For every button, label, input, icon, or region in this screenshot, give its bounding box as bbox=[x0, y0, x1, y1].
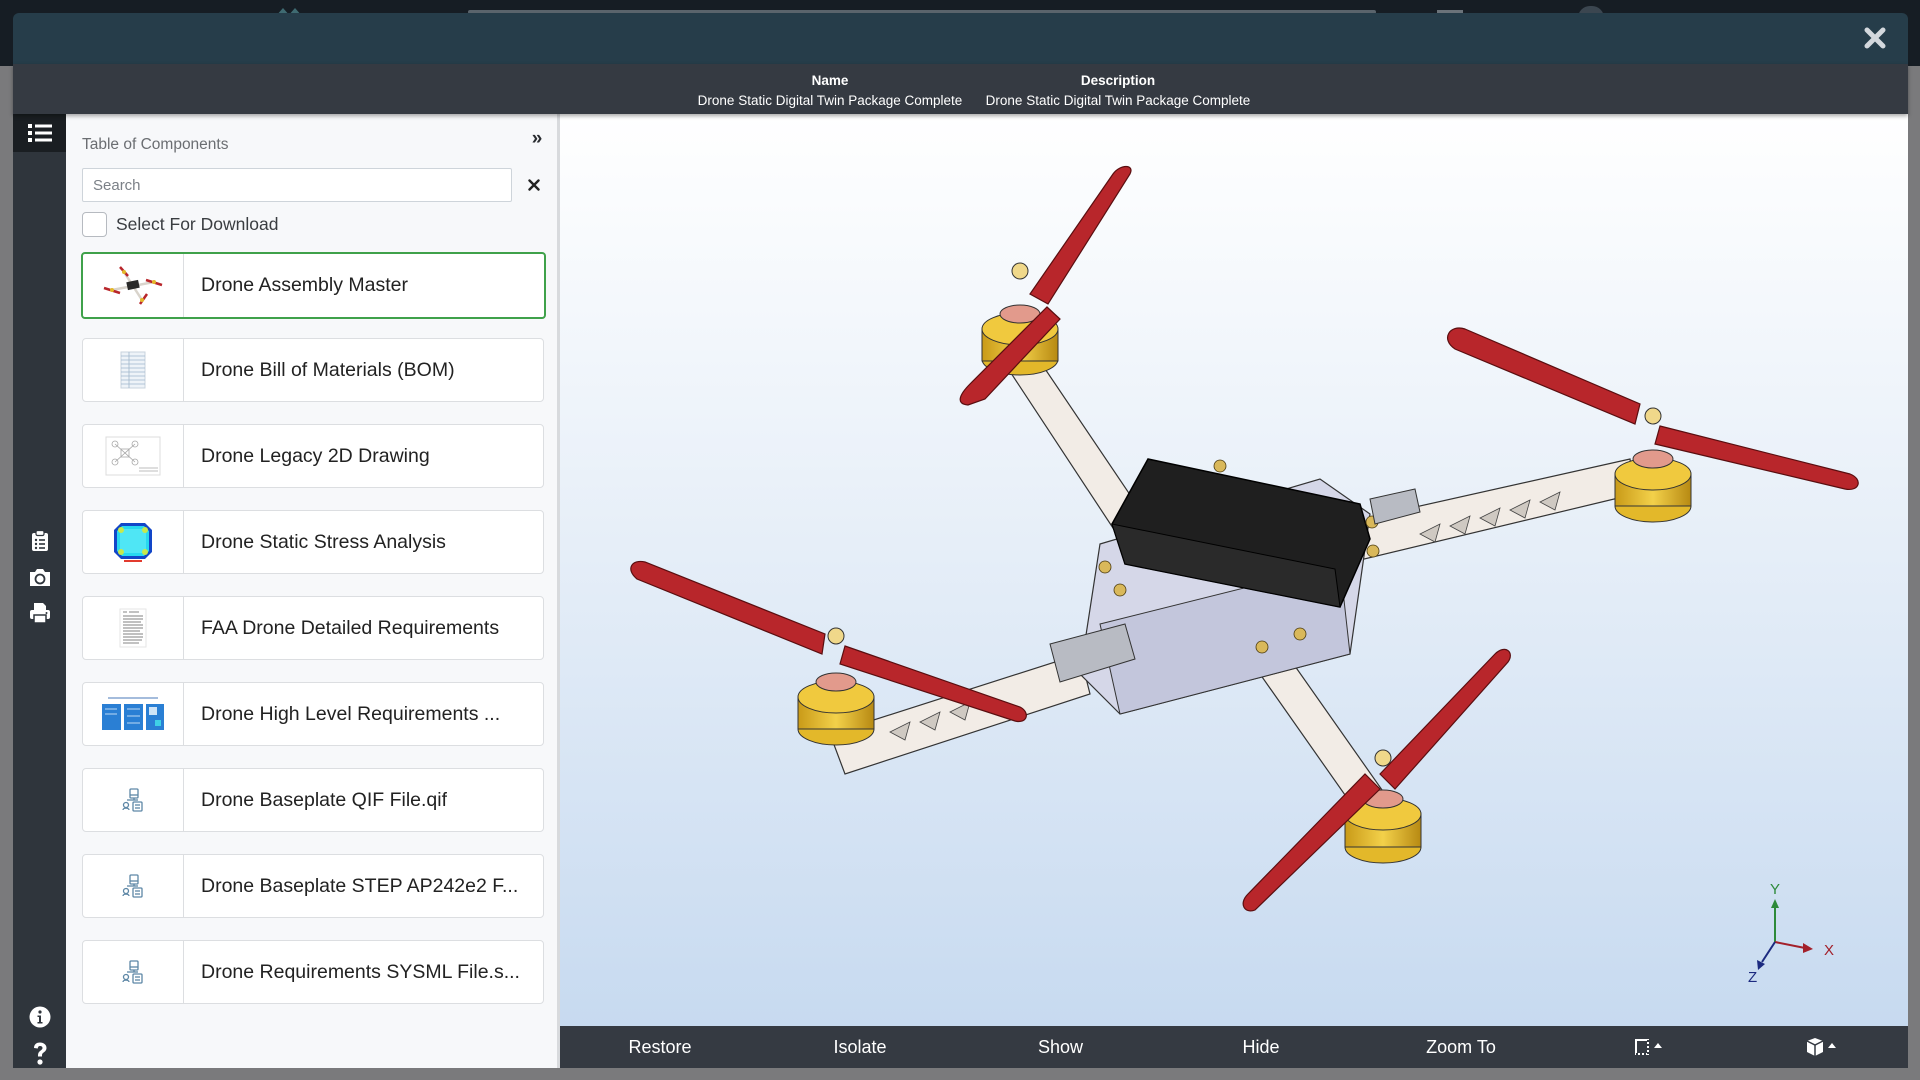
notes-button[interactable] bbox=[13, 526, 66, 556]
section-view-dropdown[interactable] bbox=[1561, 1026, 1736, 1068]
search-input[interactable] bbox=[82, 168, 512, 202]
component-label: Drone Baseplate QIF File.qif bbox=[201, 788, 448, 811]
description-column: Description Drone Static Digital Twin Pa… bbox=[968, 71, 1268, 111]
table-of-components-panel: Table of Components » Select For Downloa… bbox=[66, 114, 560, 1068]
print-button[interactable] bbox=[13, 598, 66, 628]
document-thumbnail bbox=[83, 597, 184, 659]
name-value: Drone Static Digital Twin Package Comple… bbox=[697, 93, 963, 108]
3d-viewer-canvas[interactable]: Y X Z bbox=[560, 114, 1908, 1026]
view-orientation-dropdown[interactable] bbox=[1736, 1026, 1908, 1068]
diagram-thumbnail bbox=[83, 683, 184, 745]
component-item-drone-legacy-drawing[interactable]: Drone Legacy 2D Drawing bbox=[82, 424, 544, 488]
component-label: FAA Drone Detailed Requirements bbox=[201, 616, 500, 639]
generic-file-icon bbox=[83, 855, 184, 917]
snapshot-button[interactable] bbox=[13, 562, 66, 592]
component-label: Drone Static Stress Analysis bbox=[201, 530, 446, 553]
component-label: Drone Requirements SYSML File.s... bbox=[201, 960, 520, 983]
component-label: Drone Bill of Materials (BOM) bbox=[201, 358, 455, 381]
viewer-toolbar: Restore Isolate Show Hide Zoom To bbox=[560, 1026, 1908, 1068]
stress-plot-thumbnail bbox=[83, 511, 184, 573]
component-item-baseplate-step[interactable]: Drone Baseplate STEP AP242e2 F... bbox=[82, 854, 544, 918]
restore-button[interactable]: Restore bbox=[560, 1026, 760, 1068]
component-label: Drone Legacy 2D Drawing bbox=[201, 444, 430, 467]
hide-button[interactable]: Hide bbox=[1161, 1026, 1361, 1068]
drawing-thumbnail bbox=[83, 425, 184, 487]
show-button[interactable]: Show bbox=[960, 1026, 1161, 1068]
generic-file-icon bbox=[83, 769, 184, 831]
description-label: Description bbox=[1080, 73, 1156, 88]
spreadsheet-thumbnail bbox=[83, 339, 184, 401]
drone-3d-model[interactable] bbox=[560, 114, 1908, 1026]
generic-file-icon bbox=[83, 941, 184, 1003]
drone-thumbnail bbox=[83, 254, 184, 317]
modal-header bbox=[13, 13, 1908, 64]
camera-icon bbox=[29, 569, 50, 586]
print-icon bbox=[29, 603, 50, 624]
y-axis-label: Y bbox=[1770, 884, 1780, 898]
axis-triad: Y X Z bbox=[1748, 884, 1834, 984]
component-item-drone-bom[interactable]: Drone Bill of Materials (BOM) bbox=[82, 338, 544, 402]
package-info-bar: Name Drone Static Digital Twin Package C… bbox=[13, 64, 1908, 114]
list-icon bbox=[27, 124, 52, 142]
close-icon bbox=[1864, 27, 1886, 49]
component-item-baseplate-qif[interactable]: Drone Baseplate QIF File.qif bbox=[82, 768, 544, 832]
z-axis-label: Z bbox=[1748, 969, 1757, 984]
viewer-modal: Name Drone Static Digital Twin Package C… bbox=[13, 13, 1908, 1068]
clear-search-button[interactable] bbox=[523, 174, 545, 196]
zoom-to-button[interactable]: Zoom To bbox=[1361, 1026, 1561, 1068]
motor-front-far-left bbox=[797, 672, 875, 746]
description-value: Drone Static Digital Twin Package Comple… bbox=[985, 93, 1251, 108]
view-cube-icon bbox=[1806, 1038, 1836, 1056]
component-label: Drone Assembly Master bbox=[201, 274, 408, 296]
name-column: Name Drone Static Digital Twin Package C… bbox=[676, 71, 984, 111]
select-for-download-checkbox[interactable] bbox=[82, 211, 107, 237]
component-item-drone-assembly-master[interactable]: Drone Assembly Master bbox=[81, 252, 546, 319]
collapse-panel-button[interactable]: » bbox=[527, 128, 547, 150]
panel-title: Table of Components bbox=[82, 136, 229, 153]
component-item-requirements-sysml[interactable]: Drone Requirements SYSML File.s... bbox=[82, 940, 544, 1004]
double-chevron-right-icon: » bbox=[531, 128, 543, 149]
info-icon bbox=[29, 1006, 50, 1028]
table-of-components-toggle[interactable] bbox=[13, 114, 66, 152]
isolate-button[interactable]: Isolate bbox=[760, 1026, 960, 1068]
component-label: Drone Baseplate STEP AP242e2 F... bbox=[201, 874, 519, 897]
x-axis-label: X bbox=[1824, 942, 1834, 959]
component-label: Drone High Level Requirements ... bbox=[201, 702, 501, 725]
select-for-download-label: Select For Download bbox=[116, 213, 279, 234]
select-for-download-row[interactable]: Select For Download bbox=[82, 211, 278, 237]
component-item-high-level-requirements[interactable]: Drone High Level Requirements ... bbox=[82, 682, 544, 746]
side-icon-rail bbox=[13, 114, 66, 1068]
help-icon bbox=[33, 1042, 46, 1065]
name-label: Name bbox=[811, 73, 849, 88]
section-view-icon bbox=[1634, 1039, 1662, 1055]
info-button[interactable] bbox=[13, 1002, 66, 1032]
help-button[interactable] bbox=[13, 1038, 66, 1070]
component-item-faa-requirements[interactable]: FAA Drone Detailed Requirements bbox=[82, 596, 544, 660]
clipboard-list-icon bbox=[31, 530, 48, 551]
close-icon bbox=[528, 179, 540, 191]
component-item-drone-stress-analysis[interactable]: Drone Static Stress Analysis bbox=[82, 510, 544, 574]
close-button[interactable] bbox=[1860, 23, 1890, 53]
